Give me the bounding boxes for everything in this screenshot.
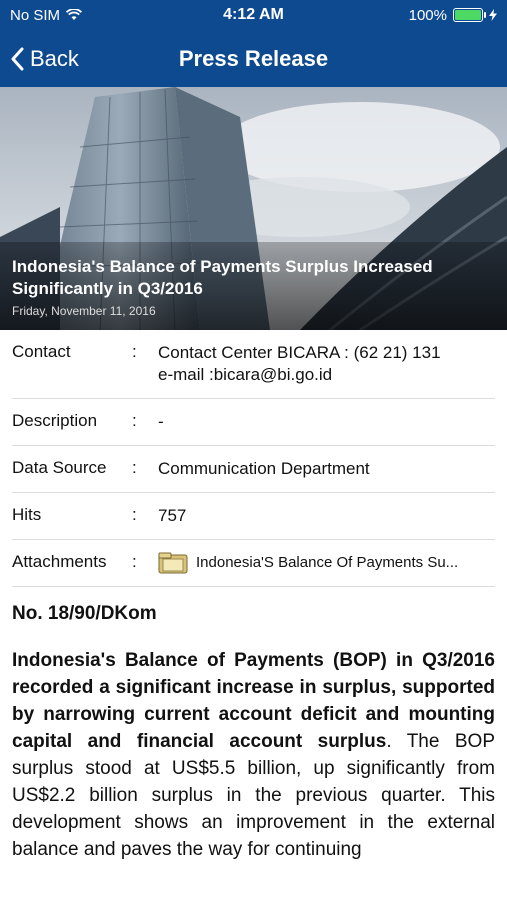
battery-icon [453,8,486,22]
data-source-colon: : [132,458,137,477]
status-time: 4:12 AM [223,6,284,23]
contact-label: Contact [12,342,71,361]
status-bar: No SIM 4:12 AM 100% [0,0,507,30]
description-row: Description : - [12,399,495,446]
back-button[interactable]: Back [0,46,79,72]
contact-email[interactable]: e-mail :bicara@bi.go.id [158,364,495,386]
contact-row: Contact : Contact Center BICARA : (62 21… [12,330,495,399]
article: No. 18/90/DKom Indonesia's Balance of Pa… [0,587,507,879]
info-table: Contact : Contact Center BICARA : (62 21… [0,330,507,587]
contact-value: Contact Center BICARA : (62 21) 131 e-ma… [158,342,495,386]
contact-colon: : [132,342,137,361]
description-value: - [158,412,164,431]
chevron-left-icon [11,47,24,70]
article-body: Indonesia's Balance of Payments (BOP) in… [12,647,495,863]
hits-colon: : [132,505,137,524]
hits-row: Hits : 757 [12,493,495,540]
hits-value: 757 [158,506,187,525]
attachments-row: Attachments : Indonesia'S Balance Of Pay… [12,540,495,587]
data-source-row: Data Source : Communication Department [12,446,495,493]
description-colon: : [132,411,137,430]
hits-label: Hits [12,505,42,524]
attachment-file-name: Indonesia'S Balance Of Payments Su... [196,554,459,571]
attachment-link[interactable]: Indonesia'S Balance Of Payments Su... [158,552,495,574]
reference-number: No. 18/90/DKom [12,603,157,624]
attachments-colon: : [132,552,137,571]
contact-phone[interactable]: Contact Center BICARA : (62 21) 131 [158,342,495,364]
hero-image: Indonesia's Balance of Payments Surplus … [0,87,507,330]
data-source-value: Communication Department [158,459,370,478]
publish-date: Friday, November 11, 2016 [12,304,156,318]
description-label: Description [12,411,98,430]
top-bar: No SIM 4:12 AM 100% Back Press Release [0,0,507,87]
hero-caption: Indonesia's Balance of Payments Surplus … [0,242,507,330]
attachments-label: Attachments [12,552,107,571]
back-label: Back [30,45,79,71]
nav-bar: Back Press Release [0,30,507,87]
folder-icon [158,552,188,574]
data-source-label: Data Source [12,458,107,477]
headline: Indonesia's Balance of Payments Surplus … [12,257,433,298]
